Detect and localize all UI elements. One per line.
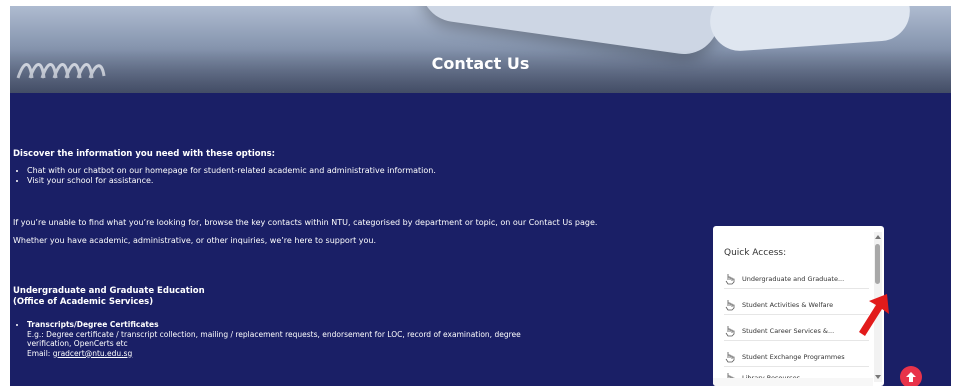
- education-section: Undergraduate and Graduate Education (Of…: [13, 286, 713, 372]
- intro-block: Discover the information you need with t…: [13, 149, 713, 186]
- contact-paragraph: If you’re unable to find what you’re loo…: [13, 210, 713, 254]
- intro-bullet-chatbot: Chat with our chatbot on our homepage fo…: [27, 166, 713, 176]
- pointer-hand-icon: [725, 274, 735, 285]
- quick-access-item-label: Undergraduate and Graduate...: [742, 275, 845, 283]
- quick-access-item-career-services[interactable]: Student Career Services &...: [724, 322, 869, 341]
- intro-list: Chat with our chatbot on our homepage fo…: [27, 166, 713, 186]
- hero-banner: Contact Us: [10, 6, 951, 93]
- section-subtitle: (Office of Academic Services): [13, 297, 154, 307]
- back-to-top-button[interactable]: [900, 366, 922, 386]
- scrollbar-thumb[interactable]: [875, 244, 880, 284]
- contact-paragraph-line1: If you’re unable to find what you’re loo…: [13, 218, 598, 227]
- quick-access-title: Quick Access:: [724, 248, 787, 258]
- red-arrow-icon: [859, 294, 889, 336]
- page-container: Contact Us Discover the information you …: [10, 6, 951, 386]
- scroll-up-arrow-icon[interactable]: [875, 235, 881, 239]
- scroll-down-arrow-icon[interactable]: [875, 375, 881, 379]
- pointer-hand-icon: [725, 352, 735, 363]
- contact-paragraph-line2: Whether you have academic, administrativ…: [13, 236, 377, 245]
- quick-access-item-label: Student Career Services &...: [742, 327, 835, 335]
- hero-shade: [10, 6, 951, 93]
- pointer-hand-icon: [725, 300, 735, 311]
- pointer-hand-icon: [725, 326, 735, 337]
- quick-access-item-exchange[interactable]: Student Exchange Programmes: [724, 348, 869, 367]
- email-link[interactable]: gradcert@ntu.edu.sg: [53, 349, 132, 358]
- item-email-row: Email: gradcert@ntu.edu.sg: [27, 349, 713, 359]
- quick-access-item-undergraduate[interactable]: Undergraduate and Graduate...: [724, 270, 869, 289]
- item-title: Transcripts/Degree Certificates: [27, 320, 159, 329]
- intro-bullet-school: Visit your school for assistance.: [27, 176, 713, 186]
- section-list: Transcripts/Degree Certificates E.g.: De…: [27, 320, 713, 358]
- item-desc-line1: E.g.: Degree certificate / transcript co…: [27, 329, 521, 339]
- arrow-up-icon: [906, 372, 916, 382]
- item-desc-line2: verification, OpenCerts etc: [27, 339, 128, 348]
- intro-heading: Discover the information you need with t…: [13, 149, 276, 159]
- list-item: Transcripts/Degree Certificates E.g.: De…: [27, 320, 713, 358]
- quick-access-item-label: Student Exchange Programmes: [742, 353, 845, 361]
- section-title: Undergraduate and Graduate Education: [13, 286, 205, 296]
- page-title: Contact Us: [431, 54, 530, 73]
- quick-access-item-label: Student Activities & Welfare: [742, 301, 834, 309]
- quick-access-item-student-activities[interactable]: Student Activities & Welfare: [724, 296, 869, 315]
- item-email-label: Email:: [27, 348, 53, 358]
- quick-access-horizontal-scrollbar[interactable]: [713, 378, 873, 386]
